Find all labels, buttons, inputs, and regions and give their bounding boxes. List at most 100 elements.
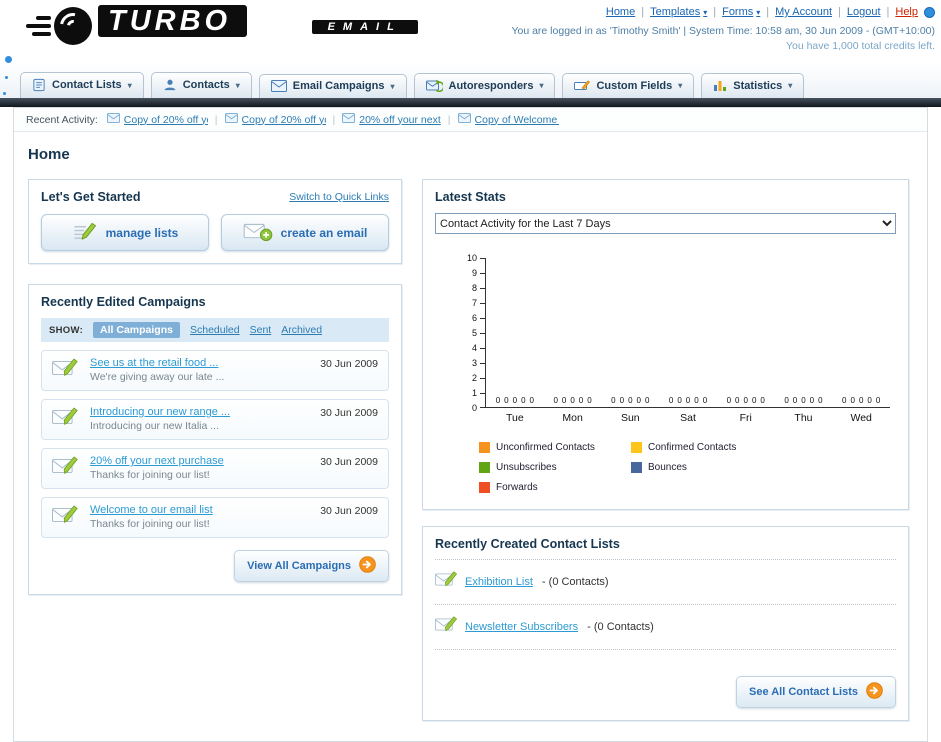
legend-item: Unsubscribes — [479, 462, 631, 473]
campaign-list-item[interactable]: Introducing our new range ... Introducin… — [41, 399, 389, 440]
recent-activity-item[interactable]: Copy of 20% off yo — [225, 113, 326, 126]
see-all-contact-lists-button[interactable]: See All Contact Lists — [735, 676, 896, 708]
recent-activity-link[interactable]: Copy of 20% off yo — [242, 114, 326, 126]
campaign-list-item[interactable]: See us at the retail food ... We're givi… — [41, 350, 389, 391]
campaign-title-link[interactable]: Welcome to our email list — [90, 504, 213, 516]
campaign-filters: SHOW: All Campaigns Scheduled Sent Archi… — [41, 318, 389, 342]
chart-bar-group: 00000 — [659, 258, 717, 407]
chart-value-label: 0 — [809, 396, 815, 405]
chevron-down-icon: ▾ — [678, 81, 683, 90]
recent-activity-item[interactable]: Copy of Welcome to — [458, 113, 559, 126]
nav-link-forms[interactable]: Forms ▾ — [722, 6, 760, 18]
show-label: SHOW: — [49, 324, 84, 336]
legend-item: Bounces — [631, 462, 783, 473]
manage-lists-button[interactable]: manage lists — [41, 214, 209, 251]
switch-to-quick-links-link[interactable]: Switch to Quick Links — [289, 191, 389, 203]
contact-list-link[interactable]: Exhibition List — [465, 576, 533, 588]
legend-swatch — [479, 482, 490, 493]
contact-activity-chart: 10 9 8 7 6 5 4 3 2 1 0 000000000000000000000000000… — [465, 253, 890, 493]
chart-value-label: 0 — [677, 396, 682, 405]
nav-link-templates[interactable]: Templates ▾ — [650, 6, 707, 18]
recent-activity-link[interactable]: Copy of 20% off yo — [124, 114, 208, 126]
nav-link-logout[interactable]: Logout — [847, 6, 881, 18]
chart-value-label: 0 — [801, 396, 806, 405]
campaign-list-item[interactable]: Welcome to our email list Thanks for joi… — [41, 497, 389, 538]
legend-item: Confirmed Contacts — [631, 442, 783, 453]
legend-swatch — [631, 442, 642, 453]
chart-x-tick-label: Sat — [680, 412, 696, 424]
tab-custom-fields[interactable]: Custom Fields ▾ — [562, 73, 695, 98]
manage-lists-label: manage lists — [105, 225, 179, 240]
header: TURBO EMAIL Home | Templates ▾ | Forms ▾ |… — [0, 0, 941, 64]
recent-activity-bar: Recent Activity: Copy of 20% off yo | Co… — [14, 108, 927, 132]
chart-x-tick-label: Thu — [794, 412, 813, 424]
field-pencil-icon — [574, 79, 591, 92]
contact-list-item[interactable]: Newsletter Subscribers - (0 Contacts) — [435, 613, 896, 641]
contact-list-link[interactable]: Newsletter Subscribers — [465, 621, 578, 633]
recent-activity-link[interactable]: Copy of Welcome to — [475, 114, 559, 126]
nav-divider-bar — [0, 98, 941, 107]
nav-link-my-account[interactable]: My Account — [775, 6, 832, 18]
turbo-email-logo[interactable]: TURBO EMAIL — [26, 4, 418, 45]
tab-autoresponders[interactable]: Autoresponders ▾ — [413, 73, 556, 98]
campaign-list-item[interactable]: 20% off your next purchase Thanks for jo… — [41, 448, 389, 489]
chart-value-label: 0 — [694, 396, 699, 405]
pencil-list-icon — [72, 221, 98, 245]
chart-value-label: 0 — [512, 396, 518, 405]
chart-bar-group: 00000 — [717, 258, 775, 407]
nav-link-help[interactable]: Help — [895, 6, 918, 18]
legend-label: Bounces — [648, 462, 687, 473]
nav-link-home[interactable]: Home — [606, 6, 635, 18]
chart-value-label: 0 — [529, 396, 534, 405]
view-all-campaigns-button[interactable]: View All Campaigns — [234, 550, 389, 582]
latest-stats-title: Latest Stats — [435, 190, 506, 204]
filter-all-campaigns[interactable]: All Campaigns — [93, 322, 180, 338]
tab-statistics[interactable]: Statistics ▾ — [701, 73, 805, 98]
get-started-title: Let's Get Started — [41, 190, 141, 204]
tab-label: Autoresponders — [448, 79, 534, 92]
recent-activity-link[interactable]: 20% off your next — [359, 114, 441, 126]
recent-activity-item[interactable]: Copy of 20% off yo — [107, 113, 208, 126]
tab-contacts[interactable]: Contacts ▾ — [150, 72, 252, 98]
person-icon — [163, 78, 177, 92]
filter-scheduled[interactable]: Scheduled — [190, 324, 240, 336]
app-window: TURBO EMAIL Home | Templates ▾ | Forms ▾ |… — [0, 0, 941, 742]
envelope-pencil-icon — [52, 406, 80, 433]
tab-email-campaigns[interactable]: Email Campaigns ▾ — [258, 74, 407, 98]
campaign-title-link[interactable]: See us at the retail food ... — [90, 357, 224, 369]
filter-archived[interactable]: Archived — [281, 324, 322, 336]
campaigns-panel-title: Recently Edited Campaigns — [41, 295, 206, 309]
chevron-down-icon: ▾ — [703, 7, 708, 17]
help-icon[interactable] — [924, 6, 935, 18]
contact-list-count: - (0 Contacts) — [584, 621, 654, 633]
logo-text: TURBO EMAIL — [98, 4, 418, 39]
chevron-down-icon: ▾ — [390, 81, 395, 91]
contact-list-item[interactable]: Exhibition List - (0 Contacts) — [435, 568, 896, 596]
chart-value-label: 0 — [668, 396, 674, 405]
nav-separator: | — [713, 6, 717, 18]
chart-bar-group: 00000 — [601, 258, 659, 407]
filter-sent[interactable]: Sent — [250, 324, 272, 336]
envelope-plus-icon — [243, 221, 273, 245]
tab-label: Contacts — [182, 79, 230, 91]
chevron-down-icon: ▾ — [756, 7, 761, 17]
chart-value-label: 0 — [553, 396, 558, 405]
chart-x-tick-label: Fri — [739, 412, 752, 424]
tab-contact-lists[interactable]: Contact Lists ▾ — [20, 72, 144, 98]
campaign-title-link[interactable]: Introducing our new range ... — [90, 406, 230, 418]
arrow-right-icon — [359, 556, 376, 576]
contact-activity-select[interactable]: Contact Activity for the Last 7 Days — [435, 213, 896, 234]
chart-value-label: 0 — [570, 396, 575, 405]
chart-value-label: 0 — [611, 396, 616, 405]
logo-swoosh-icon — [54, 7, 92, 45]
tab-label: Statistics — [733, 79, 783, 92]
nav-separator: | — [766, 6, 770, 18]
recent-activity-item[interactable]: 20% off your next — [342, 113, 441, 126]
legend-label: Unconfirmed Contacts — [496, 442, 595, 453]
create-email-button[interactable]: create an email — [221, 214, 389, 251]
left-column: Let's Get Started Switch to Quick Links … — [28, 179, 402, 595]
campaign-title-link[interactable]: 20% off your next purchase — [90, 455, 224, 467]
chart-value-label: 0 — [735, 396, 740, 405]
chart-y-axis: 10 9 8 7 6 5 4 3 2 1 0 — [465, 253, 485, 413]
chart-value-label: 0 — [521, 396, 526, 405]
